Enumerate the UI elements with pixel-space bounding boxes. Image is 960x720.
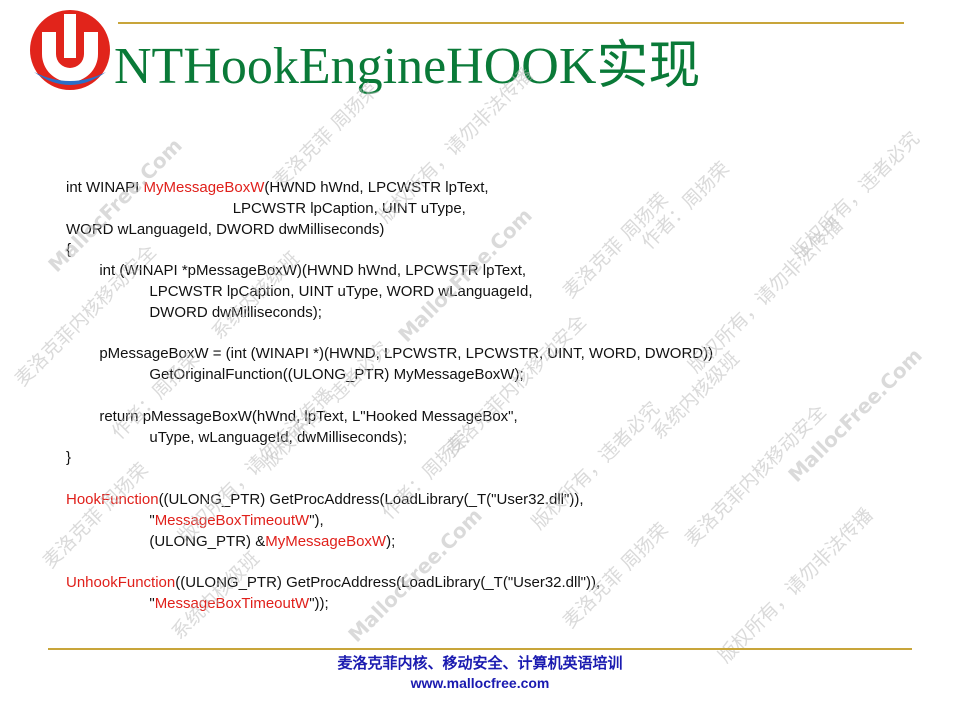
slide-title: NTHookEngineHOOK实现: [114, 38, 701, 95]
code-text: int WINAPI: [66, 179, 144, 196]
code-line: int WINAPI MyMessageBoxW(HWND hWnd, LPCW…: [66, 178, 926, 199]
code-highlight: MessageBoxTimeoutW: [154, 511, 310, 529]
code-text: "));: [309, 594, 329, 612]
code-text: uType, wLanguageId, dwMilliseconds);: [66, 428, 407, 446]
code-line: HookFunction((ULONG_PTR) GetProcAddress(…: [66, 490, 926, 511]
mallocfree-logo-icon: [24, 6, 116, 98]
code-line: {: [66, 240, 926, 261]
code-line: uType, wLanguageId, dwMilliseconds);: [66, 428, 926, 449]
code-line: DWORD dwMilliseconds);: [66, 303, 926, 324]
code-highlight: MyMessageBoxW: [265, 532, 387, 550]
code-text: int (WINAPI *pMessageBoxW)(HWND hWnd, LP…: [66, 262, 527, 280]
code-highlight: MessageBoxTimeoutW: [154, 594, 310, 612]
code-highlight: HookFunction: [66, 490, 159, 508]
code-text: LPCWSTR lpCaption, UINT uType,: [66, 199, 466, 217]
title-divider: [118, 22, 904, 24]
code-text: {: [66, 241, 72, 259]
code-text: ((ULONG_PTR) GetProcAddress(LoadLibrary(…: [175, 574, 601, 592]
code-line: }: [66, 448, 926, 469]
code-text: return pMessageBoxW(hWnd, lpText, L"Hook…: [66, 407, 518, 425]
code-highlight: UnhookFunction: [66, 574, 176, 592]
code-line: LPCWSTR lpCaption, UINT uType, WORD wLan…: [66, 282, 926, 303]
footer-divider: [48, 648, 912, 650]
code-text: );: [386, 532, 396, 550]
code-text: DWORD dwMilliseconds);: [66, 303, 322, 321]
code-line: GetOriginalFunction((ULONG_PTR) MyMessag…: [66, 365, 926, 386]
code-text: pMessageBoxW = (int (WINAPI *)(HWND, LPC…: [66, 345, 714, 363]
code-line: return pMessageBoxW(hWnd, lpText, L"Hook…: [66, 407, 926, 428]
code-listing: int WINAPI MyMessageBoxW(HWND hWnd, LPCW…: [66, 178, 926, 615]
code-line: "MessageBoxTimeoutW"));: [66, 594, 926, 615]
code-highlight: MyMessageBoxW: [143, 179, 265, 196]
code-line: WORD wLanguageId, DWORD dwMilliseconds): [66, 220, 926, 241]
footer-slogan: 麦洛克菲内核、移动安全、计算机英语培训: [337, 655, 623, 672]
code-line: pMessageBoxW = (int (WINAPI *)(HWND, LPC…: [66, 344, 926, 365]
code-text: (HWND hWnd, LPCWSTR lpText,: [264, 179, 489, 196]
footer-url: www.mallocfree.com: [410, 675, 550, 691]
code-line: UnhookFunction((ULONG_PTR) GetProcAddres…: [66, 573, 926, 594]
code-line: "MessageBoxTimeoutW"),: [66, 511, 926, 532]
code-text: (ULONG_PTR) &: [66, 532, 266, 550]
code-text: "),: [309, 511, 324, 529]
code-line: (ULONG_PTR) &MyMessageBoxW);: [66, 532, 926, 553]
code-text: ((ULONG_PTR) GetProcAddress(LoadLibrary(…: [158, 490, 584, 508]
code-text: ": [66, 511, 155, 529]
code-line: int (WINAPI *pMessageBoxW)(HWND hWnd, LP…: [66, 261, 926, 282]
code-text: GetOriginalFunction((ULONG_PTR) MyMessag…: [66, 366, 524, 384]
code-text: }: [66, 449, 72, 467]
code-text: WORD wLanguageId, DWORD dwMilliseconds): [66, 220, 385, 238]
code-text: LPCWSTR lpCaption, UINT uType, WORD wLan…: [66, 282, 533, 300]
code-line: LPCWSTR lpCaption, UINT uType,: [66, 199, 926, 220]
code-text: ": [66, 594, 155, 612]
